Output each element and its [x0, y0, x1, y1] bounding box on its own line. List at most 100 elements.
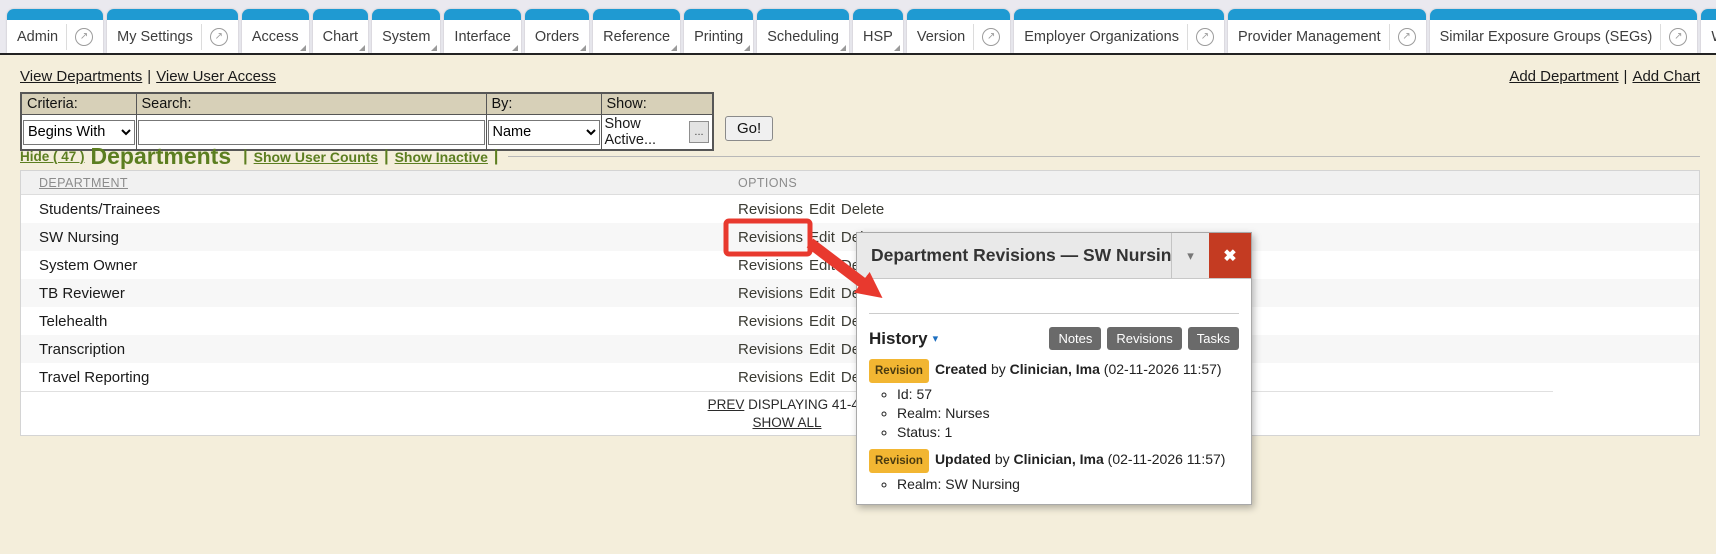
table-row: Students/TraineesRevisions Edit Delete	[21, 195, 1699, 223]
tab-label: Chart	[323, 29, 358, 45]
tab-similar-exposure-groups-segs[interactable]: Similar Exposure Groups (SEGs)↗	[1430, 9, 1698, 53]
entry-action: Created	[935, 361, 987, 377]
tab-provider-management[interactable]: Provider Management ↗	[1228, 9, 1426, 53]
tab-my-settings[interactable]: My Settings↗	[107, 9, 238, 53]
department-name: Telehealth	[21, 313, 738, 330]
row-option-edit[interactable]: Edit	[809, 313, 835, 330]
criteria-select[interactable]: Begins With	[23, 120, 135, 145]
add-chart-link[interactable]: Add Chart	[1632, 68, 1700, 85]
history-row: History ▾ NotesRevisionsTasks	[869, 327, 1239, 350]
header-rule	[508, 156, 1700, 157]
history-heading[interactable]: History	[869, 329, 928, 349]
row-option-revisions[interactable]: Revisions	[738, 257, 803, 274]
menu-fold-icon	[359, 45, 365, 51]
tab-label: Scheduling	[767, 29, 839, 45]
menu-fold-icon	[744, 45, 750, 51]
tasks-button[interactable]: Tasks	[1188, 327, 1239, 350]
row-option-edit[interactable]: Edit	[809, 369, 835, 386]
by-label: By:	[486, 93, 601, 115]
view-departments-link[interactable]: View Departments	[20, 68, 142, 85]
separator: |	[243, 148, 247, 166]
menu-fold-icon	[671, 45, 677, 51]
tab-work[interactable]: Work	[1701, 9, 1716, 53]
tab-label: Printing	[694, 29, 743, 45]
revisions-button[interactable]: Revisions	[1107, 327, 1181, 350]
tab-version[interactable]: Version↗	[907, 9, 1010, 53]
department-revisions-popup: Department Revisions — SW Nursing ▾ ✖ Hi…	[856, 232, 1252, 505]
menu-fold-icon	[580, 45, 586, 51]
show-inactive-link[interactable]: Show Inactive	[395, 149, 488, 165]
show-filter-more-button[interactable]: ...	[689, 121, 709, 143]
row-option-revisions[interactable]: Revisions	[738, 285, 803, 302]
row-option-revisions[interactable]: Revisions	[738, 313, 803, 330]
popup-body: History ▾ NotesRevisionsTasks RevisionCr…	[857, 313, 1251, 492]
prev-link[interactable]: PREV	[708, 397, 745, 412]
row-option-revisions[interactable]: Revisions	[738, 201, 803, 218]
popup-close-button[interactable]: ✖	[1209, 233, 1251, 278]
tab-icon-wrap: ↗	[66, 24, 93, 50]
revision-details: Id: 57Realm: NursesStatus: 1	[869, 386, 1239, 440]
link-separator: |	[1619, 68, 1633, 85]
menu-fold-icon	[431, 45, 437, 51]
view-links: View Departments|View User Access	[20, 68, 276, 85]
row-options: Revisions Edit Delete	[738, 201, 1699, 218]
pager-line: PREV DISPLAYING 41-47	[21, 397, 1553, 412]
tab-icon-wrap: ↗	[1389, 24, 1416, 50]
row-option-revisions[interactable]: Revisions	[738, 229, 803, 246]
separator: |	[384, 148, 388, 166]
tab-reference[interactable]: Reference	[593, 9, 680, 53]
popup-dropdown-button[interactable]: ▾	[1171, 233, 1209, 278]
chevron-down-icon: ▾	[1187, 248, 1194, 264]
revision-detail: Id: 57	[897, 386, 1239, 402]
external-link-icon: ↗	[1669, 28, 1687, 46]
row-option-revisions[interactable]: Revisions	[738, 341, 803, 358]
external-link-icon: ↗	[210, 28, 228, 46]
column-header-department[interactable]: DEPARTMENT	[21, 176, 738, 190]
entry-author: Clinician, Ima	[1014, 451, 1104, 467]
department-name: System Owner	[21, 257, 738, 274]
link-separator: |	[142, 68, 156, 85]
tab-interface[interactable]: Interface	[444, 9, 520, 53]
tab-icon-wrap: ↗	[1660, 24, 1687, 50]
show-all-link[interactable]: SHOW ALL	[752, 415, 821, 430]
search-input[interactable]	[138, 120, 485, 145]
tab-access[interactable]: Access	[242, 9, 309, 53]
column-header-options: OPTIONS	[738, 176, 1699, 190]
by-select[interactable]: Name	[488, 120, 600, 145]
hide-count-link[interactable]: Hide ( 47 )	[20, 149, 85, 164]
notes-button[interactable]: Notes	[1049, 327, 1101, 350]
separator: |	[494, 148, 498, 166]
row-option-edit[interactable]: Edit	[809, 341, 835, 358]
tab-hsp[interactable]: HSP	[853, 9, 903, 53]
tab-employer-organizations[interactable]: Employer Organizations↗	[1014, 9, 1224, 53]
row-option-delete[interactable]: Delete	[841, 201, 884, 218]
view-user-access-link[interactable]: View User Access	[156, 68, 276, 85]
criteria-label: Criteria:	[21, 93, 136, 115]
tab-admin[interactable]: Admin ↗	[7, 9, 103, 53]
menu-fold-icon	[894, 45, 900, 51]
tab-printing[interactable]: Printing	[684, 9, 753, 53]
tab-label: Admin	[17, 29, 58, 45]
pager: PREV DISPLAYING 41-47 SHOW ALL	[21, 391, 1553, 435]
show-user-counts-link[interactable]: Show User Counts	[254, 149, 378, 165]
menu-fold-icon	[840, 45, 846, 51]
department-name: Students/Trainees	[21, 201, 738, 218]
row-option-edit[interactable]: Edit	[809, 285, 835, 302]
add-links: Add Department|Add Chart	[1509, 68, 1700, 85]
add-department-link[interactable]: Add Department	[1509, 68, 1618, 85]
row-option-edit[interactable]: Edit	[809, 229, 835, 246]
tab-label: Provider Management	[1238, 29, 1381, 45]
tab-label: Employer Organizations	[1024, 29, 1179, 45]
row-option-edit[interactable]: Edit	[809, 201, 835, 218]
row-option-edit[interactable]: Edit	[809, 257, 835, 274]
tab-system[interactable]: System	[372, 9, 440, 53]
go-button[interactable]: Go!	[725, 116, 773, 141]
revision-detail: Realm: Nurses	[897, 405, 1239, 421]
tab-chart[interactable]: Chart	[313, 9, 368, 53]
tab-orders[interactable]: Orders	[525, 9, 589, 53]
revision-badge: Revision	[869, 449, 929, 473]
tab-icon-wrap: ↗	[973, 24, 1000, 50]
tab-scheduling[interactable]: Scheduling	[757, 9, 849, 53]
tab-label: Reference	[603, 29, 670, 45]
row-option-revisions[interactable]: Revisions	[738, 369, 803, 386]
